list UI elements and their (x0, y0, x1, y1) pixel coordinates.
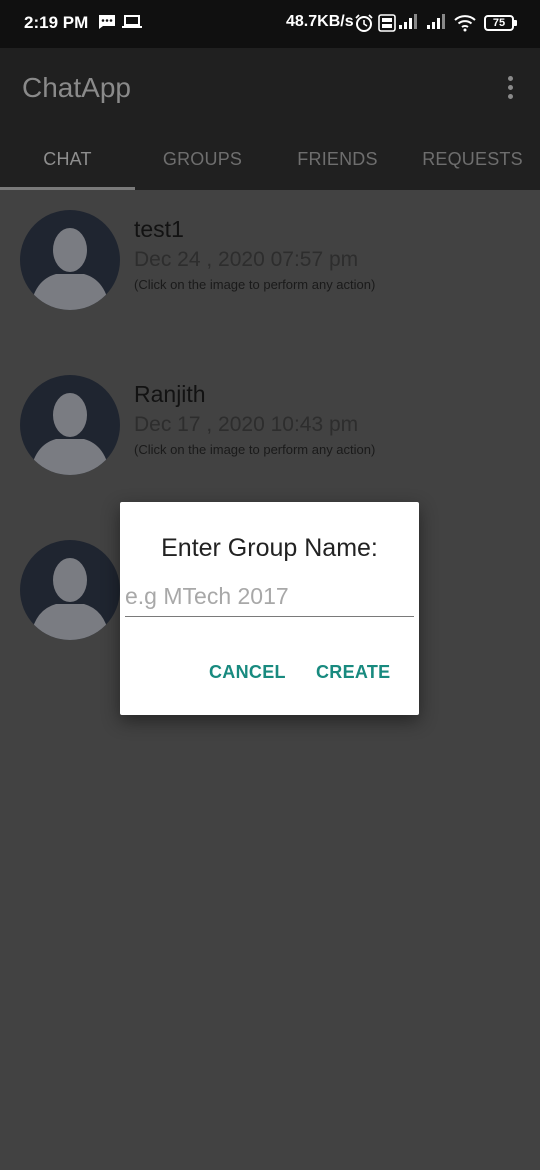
avatar[interactable] (20, 540, 120, 640)
wifi-icon (454, 14, 476, 37)
alarm-icon (354, 14, 374, 37)
signal-icon-2 (426, 14, 446, 35)
avatar[interactable] (20, 210, 120, 310)
chat-name: Ranjith (134, 381, 206, 407)
volte-icon (378, 14, 396, 37)
tab-friends[interactable]: FRIENDS (270, 130, 405, 190)
chat-list-item[interactable]: Ranjith Dec 17 , 2020 10:43 pm (Click on… (0, 375, 540, 495)
app-title: ChatApp (22, 72, 131, 103)
message-icon (98, 14, 116, 35)
group-name-input[interactable] (125, 576, 414, 617)
network-speed: 48.7KB/s (286, 13, 354, 30)
chat-date: Dec 24 , 2020 07:57 pm (134, 248, 359, 271)
tab-indicator (0, 187, 135, 190)
battery-icon: 75 (484, 15, 517, 31)
avatar[interactable] (20, 375, 120, 475)
chat-list-item[interactable]: test1 Dec 24 , 2020 07:57 pm (Click on t… (0, 210, 540, 330)
chat-hint: (Click on the image to perform any actio… (134, 442, 376, 457)
tab-bar: CHAT GROUPS FRIENDS REQUESTS (0, 130, 540, 190)
tab-requests[interactable]: REQUESTS (405, 130, 540, 190)
group-name-dialog: Enter Group Name: CANCEL CREATE (120, 502, 419, 715)
app-bar: ChatApp CHAT GROUPS FRIENDS REQUESTS (0, 48, 540, 190)
status-bar: 2:19 PM 48.7KB/s 75 (0, 0, 540, 48)
chat-date: Dec 17 , 2020 10:43 pm (134, 413, 359, 436)
tab-chat[interactable]: CHAT (0, 130, 135, 190)
status-time: 2:19 PM (24, 13, 89, 32)
create-button[interactable]: CREATE (316, 662, 390, 683)
tab-groups[interactable]: GROUPS (135, 130, 270, 190)
dialog-title: Enter Group Name: (161, 534, 378, 562)
signal-icon (398, 14, 418, 35)
chat-name: test1 (134, 216, 184, 242)
laptop-icon (122, 14, 142, 35)
chat-hint: (Click on the image to perform any actio… (134, 277, 376, 292)
more-vert-icon[interactable] (500, 76, 520, 106)
cancel-button[interactable]: CANCEL (209, 662, 286, 683)
